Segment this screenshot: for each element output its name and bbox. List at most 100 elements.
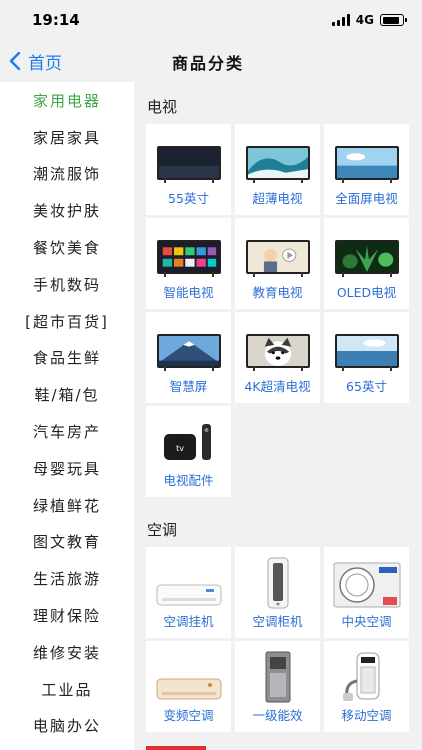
product-card[interactable]: 4K超清电视 [235, 312, 320, 403]
mountain-tv-icon [156, 334, 221, 371]
product-thumbnail [241, 234, 314, 277]
plant-tv-icon [334, 240, 399, 277]
category-content: 电视 55英寸 超薄电视 全面屏电视智能电视 教育电视 OLED电视智慧屏 4K超清电视 6… [134, 82, 422, 750]
floor-ac-icon [264, 651, 292, 703]
product-card[interactable]: 65英寸 [324, 312, 409, 403]
sidebar-item[interactable]: 潮流服饰 [0, 156, 134, 193]
tv-grid: 55英寸 超薄电视 全面屏电视智能电视 教育电视 OLED电视智慧屏 4K超清电视 65英寸… [146, 124, 410, 497]
product-thumbnail [241, 557, 314, 609]
product-card[interactable]: 智能电视 [146, 218, 231, 309]
product-card[interactable]: 智慧屏 [146, 312, 231, 403]
product-label: 空调柜机 [252, 614, 303, 629]
section-title-ac: 空调 [147, 521, 178, 539]
product-card[interactable]: 55英寸 [146, 124, 231, 215]
sidebar-item[interactable]: 绿植鲜花 [0, 487, 134, 524]
product-label: 中央空调 [341, 614, 392, 629]
tower-ac-icon [266, 557, 290, 609]
product-thumbnail [241, 328, 314, 371]
product-card[interactable]: 中央空调 [324, 547, 409, 638]
product-card[interactable]: 超薄电视 [235, 124, 320, 215]
sidebar-item[interactable]: 电脑办公 [0, 708, 134, 745]
dark-tv-icon [156, 146, 221, 183]
sky-tv-icon [334, 146, 399, 183]
status-bar: 19:14 4G [0, 0, 422, 40]
back-label: 首页 [28, 53, 62, 74]
section-title-tv: 电视 [147, 98, 178, 116]
product-card[interactable]: tv 电视配件 [146, 406, 231, 497]
product-thumbnail [152, 651, 225, 703]
sidebar-item[interactable]: 餐饮美食 [0, 229, 134, 266]
apps-tv-icon [156, 240, 221, 277]
product-label: 全面屏电视 [335, 191, 398, 206]
tv-box-icon: tv [163, 424, 211, 460]
next-item-peek [146, 746, 206, 750]
svg-text:tv: tv [176, 444, 184, 453]
product-card[interactable]: 一级能效 [235, 641, 320, 732]
product-label: 超薄电视 [252, 191, 303, 206]
product-thumbnail [330, 651, 403, 703]
battery-icon [380, 14, 407, 26]
product-label: OLED电视 [336, 285, 397, 300]
sidebar-item[interactable]: 维修安装 [0, 634, 134, 671]
product-card[interactable]: 教育电视 [235, 218, 320, 309]
sidebar-item[interactable]: 母婴玩具 [0, 450, 134, 487]
sidebar-item[interactable]: 家居家具 [0, 119, 134, 156]
product-card[interactable]: OLED电视 [324, 218, 409, 309]
product-thumbnail [152, 234, 225, 277]
status-time: 19:14 [32, 11, 80, 29]
ac-grid: 空调挂机 空调柜机 中央空调变频空调 一级能效 移动空调 [146, 547, 410, 732]
product-card[interactable]: 变频空调 [146, 641, 231, 732]
product-card[interactable]: 移动空调 [324, 641, 409, 732]
back-button[interactable]: 首页 [8, 47, 62, 75]
outdoor-ac-icon [333, 557, 401, 609]
product-label: 智慧屏 [169, 379, 208, 394]
product-thumbnail [152, 328, 225, 371]
education-tv-icon [245, 240, 310, 277]
product-thumbnail [330, 234, 403, 277]
product-thumbnail [330, 557, 403, 609]
product-label: 一级能效 [252, 708, 303, 723]
product-thumbnail [330, 140, 403, 183]
sidebar-item[interactable]: 理财保险 [0, 597, 134, 634]
sea-tv-icon [334, 334, 399, 371]
portable-ac-icon [341, 651, 393, 703]
sidebar-item[interactable]: 工业品 [0, 671, 134, 708]
signal-icon [331, 14, 350, 26]
wall-ac-icon [156, 557, 222, 609]
gold-ac-icon [156, 651, 222, 703]
status-indicators: 4G [331, 12, 407, 28]
product-label: 变频空调 [163, 708, 214, 723]
product-card[interactable]: 空调挂机 [146, 547, 231, 638]
sidebar-item[interactable]: 生活旅游 [0, 560, 134, 597]
category-sidebar: 家用电器 家居家具 潮流服饰 美妆护肤 餐饮美食 手机数码 [超市百货] 食品生鲜 鞋/箱/包汽… [0, 82, 134, 750]
product-label: 教育电视 [252, 285, 303, 300]
sidebar-item[interactable]: 美妆护肤 [0, 192, 134, 229]
product-thumbnail [152, 140, 225, 183]
sidebar-item[interactable]: 图文教育 [0, 524, 134, 561]
product-label: 65英寸 [346, 379, 387, 394]
product-thumbnail [241, 651, 314, 703]
network-type: 4G [355, 13, 374, 27]
sidebar-item[interactable]: [超市百货] [0, 303, 134, 340]
product-label: 55英寸 [168, 191, 209, 206]
page-title: 商品分类 [172, 54, 245, 73]
product-card[interactable]: 空调柜机 [235, 547, 320, 638]
product-label: 4K超清电视 [244, 379, 311, 394]
sidebar-item[interactable]: 食品生鲜 [0, 340, 134, 377]
product-thumbnail: tv [152, 422, 225, 462]
dog-tv-icon [245, 334, 310, 371]
chevron-left-icon [9, 52, 21, 70]
sidebar-item[interactable]: 鞋/箱/包 [0, 376, 134, 413]
product-label: 电视配件 [163, 473, 214, 488]
sidebar-item[interactable]: 汽车房产 [0, 413, 134, 450]
navigation-bar: 首页 商品分类 [0, 40, 422, 82]
battery-level [382, 16, 399, 24]
product-thumbnail [152, 557, 225, 609]
sidebar-item[interactable]: 家用电器 [0, 82, 134, 119]
wave-tv-icon [245, 146, 310, 183]
product-label: 移动空调 [341, 708, 392, 723]
sidebar-item[interactable]: 手机数码 [0, 266, 134, 303]
product-label: 智能电视 [163, 285, 214, 300]
product-thumbnail [330, 328, 403, 371]
product-card[interactable]: 全面屏电视 [324, 124, 409, 215]
